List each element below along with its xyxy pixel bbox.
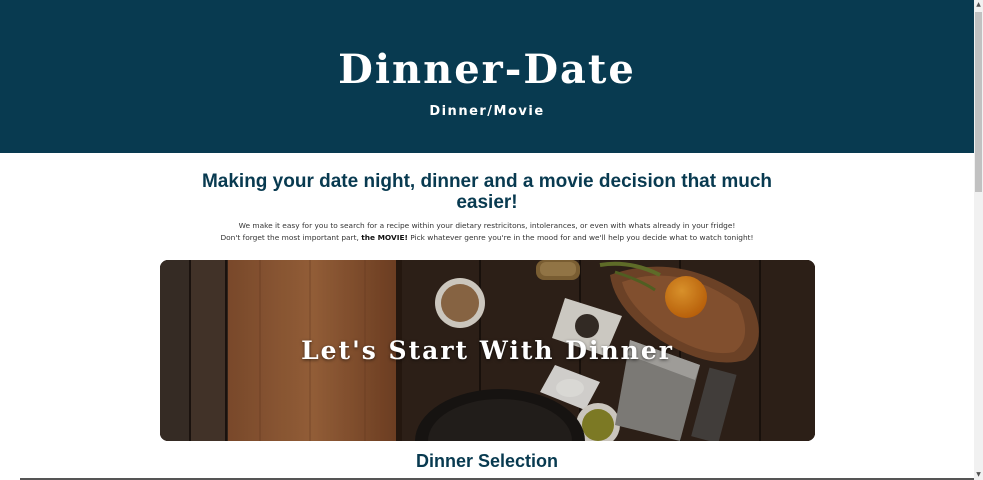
page-content: Dinner-Date Dinner/Movie Making your dat… — [0, 0, 974, 480]
vertical-scrollbar[interactable]: ▲ ▼ — [974, 0, 983, 480]
intro-heading: Making your date night, dinner and a mov… — [201, 171, 773, 213]
intro-line-movies-prefix: Don't forget the most important part, — [220, 233, 362, 242]
banner-title: Let's Start With Dinner — [301, 336, 674, 365]
intro-text: We make it easy for you to search for a … — [150, 220, 824, 244]
scroll-up-icon[interactable]: ▲ — [974, 0, 983, 10]
site-subtitle: Dinner/Movie — [429, 104, 545, 119]
page: Dinner-Date Dinner/Movie Making your dat… — [0, 0, 983, 480]
dinner-banner: Let's Start With Dinner — [160, 260, 815, 441]
scroll-thumb[interactable] — [975, 12, 982, 192]
dinner-selection-heading: Dinner Selection — [415, 451, 559, 471]
movie-emphasis: the MOVIE! — [361, 233, 408, 242]
scroll-down-icon[interactable]: ▼ — [974, 470, 983, 480]
intro-line-movies: Don't forget the most important part, th… — [150, 232, 824, 244]
site-header: Dinner-Date Dinner/Movie — [0, 0, 974, 153]
intro-line-recipes: We make it easy for you to search for a … — [238, 221, 736, 230]
site-title: Dinner-Date — [338, 46, 636, 93]
intro-line-movies-suffix: Pick whatever genre you're in the mood f… — [407, 233, 754, 242]
